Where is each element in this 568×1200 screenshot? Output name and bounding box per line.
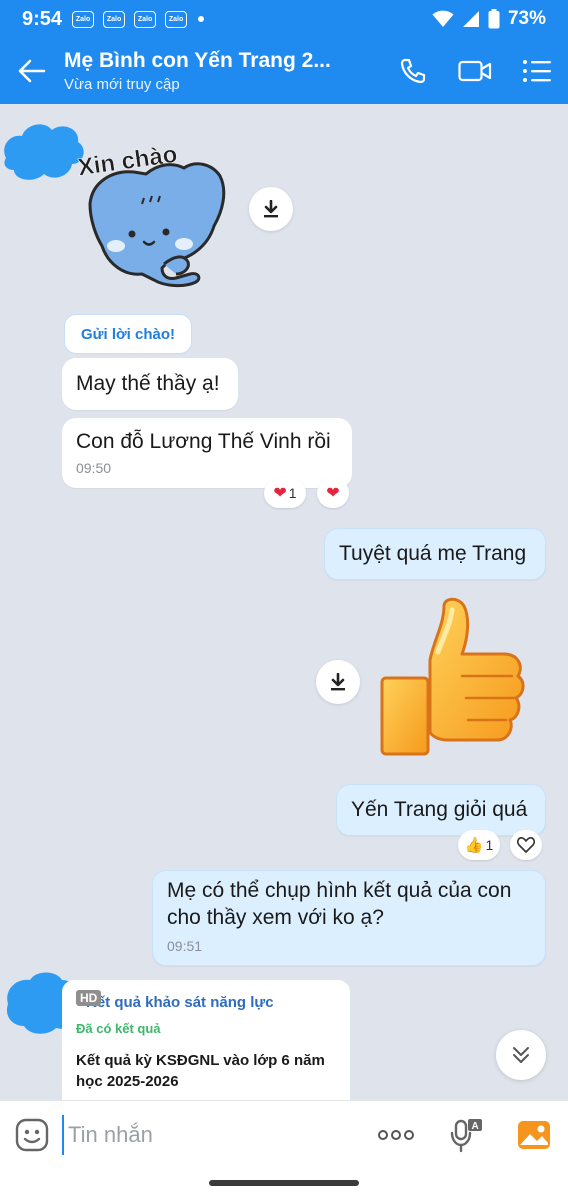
message-text: May thế thầy ạ! <box>76 372 220 395</box>
voice-call-button[interactable] <box>382 38 444 104</box>
battery-level: 73% <box>507 8 546 29</box>
status-bar: 9:54 Zalo Zalo Zalo Zalo 73% <box>0 0 568 38</box>
heart-outline-icon <box>517 837 535 853</box>
video-call-button[interactable] <box>444 38 506 104</box>
thumbs-up-reaction-icon: 👍 <box>464 837 484 854</box>
image-icon <box>518 1121 550 1149</box>
reaction-count: 1 <box>485 837 494 853</box>
home-indicator[interactable] <box>209 1180 359 1186</box>
svg-text:A: A <box>472 1121 479 1132</box>
system-nav-bar <box>0 1168 568 1200</box>
download-icon <box>264 200 278 218</box>
chat-title-block[interactable]: Mẹ Bình con Yến Trang 2... Vừa mới truy … <box>64 49 382 93</box>
back-arrow-icon <box>18 59 46 83</box>
phone-icon <box>400 58 426 84</box>
chat-title: Mẹ Bình con Yến Trang 2... <box>64 49 331 72</box>
card-status: Đã có kết quả <box>76 1021 161 1036</box>
thumbs-up-sticker[interactable] <box>378 596 528 762</box>
reaction-count: 1 <box>288 485 297 501</box>
menu-button[interactable] <box>506 38 568 104</box>
message-text: Yến Trang giỏi quá <box>351 798 528 821</box>
video-call-icon <box>458 60 492 82</box>
voice-text-icon: A <box>450 1119 482 1153</box>
reaction-summary[interactable]: 👍 1 <box>458 830 500 860</box>
heart-icon: ❤ <box>326 485 340 502</box>
download-sticker-button[interactable] <box>249 187 293 231</box>
result-card[interactable]: Kết quả khảo sát năng lực Đã có kết quả … <box>62 980 350 1100</box>
message-input[interactable] <box>62 1115 342 1155</box>
more-icon <box>378 1130 414 1140</box>
hd-badge: HD <box>76 990 102 1006</box>
status-right: 73% <box>432 8 546 30</box>
wifi-icon <box>432 10 454 27</box>
download-sticker-button[interactable] <box>316 660 360 704</box>
zalo-notification-icon: Zalo <box>72 10 95 28</box>
emoji-button[interactable] <box>12 1115 52 1155</box>
zalo-notification-icon: Zalo <box>134 10 157 28</box>
card-body: Kết quả kỳ KSĐGNL vào lớp 6 năm học 2025… <box>76 1052 325 1090</box>
zalo-notification-icon: Zalo <box>103 10 126 28</box>
voice-to-text-button[interactable]: A <box>446 1115 486 1155</box>
more-options-button[interactable] <box>374 1115 418 1155</box>
zalo-notification-icon: Zalo <box>165 10 188 28</box>
message-bubble-own[interactable]: Tuyệt quá mẹ Trang <box>324 528 546 580</box>
message-time: 09:50 <box>76 460 112 476</box>
message-bubble[interactable]: Con đỗ Lương Thế Vinh rồi 09:50 <box>62 418 352 488</box>
message-time: 09:51 <box>167 937 203 954</box>
send-image-button[interactable] <box>514 1115 554 1155</box>
message-bubble[interactable]: May thế thầy ạ! <box>62 358 238 410</box>
hello-cat-sticker[interactable]: Xin chào <box>72 134 237 294</box>
status-time: 9:54 <box>22 7 63 30</box>
reaction-summary[interactable]: ❤ 1 <box>264 478 306 508</box>
heart-reaction-icon: ❤ <box>273 485 287 502</box>
card-title: Kết quả khảo sát năng lực <box>86 994 274 1011</box>
react-button[interactable]: ❤ <box>317 478 349 508</box>
menu-icon <box>523 60 551 82</box>
back-button[interactable] <box>0 38 64 104</box>
battery-icon <box>488 9 500 29</box>
chat-header: Mẹ Bình con Yến Trang 2... Vừa mới truy … <box>0 38 568 104</box>
notification-dot-icon <box>198 16 205 22</box>
message-text: Con đỗ Lương Thế Vinh rồi <box>76 430 331 453</box>
message-list[interactable]: Xin chào Gửi lời chào! May thế thầy ạ! C… <box>0 104 568 1100</box>
scroll-to-bottom-button[interactable] <box>496 1030 546 1080</box>
message-text: Tuyệt quá mẹ Trang <box>339 542 527 565</box>
emoji-icon <box>15 1118 49 1152</box>
message-bubble-own[interactable]: Yến Trang giỏi quá <box>336 784 546 836</box>
double-chevron-down-icon <box>513 1047 529 1063</box>
message-input-bar: A <box>0 1100 568 1168</box>
message-text: Mẹ có thể chụp hình kết quả của con cho … <box>167 878 512 929</box>
react-button[interactable] <box>510 830 542 860</box>
chat-status: Vừa mới truy cập <box>64 76 180 93</box>
send-greeting-button[interactable]: Gửi lời chào! <box>64 314 192 354</box>
download-icon <box>331 673 345 691</box>
signal-icon <box>462 11 479 27</box>
message-bubble-own[interactable]: Mẹ có thể chụp hình kết quả của con cho … <box>152 870 546 966</box>
